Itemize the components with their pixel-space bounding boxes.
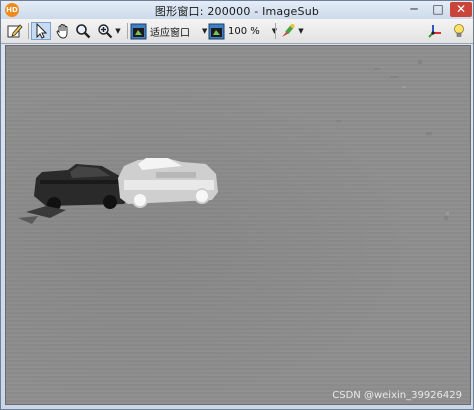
edit-icon: [7, 23, 23, 39]
pointer-tool-button[interactable]: [31, 22, 51, 40]
dark-car-shape: [18, 164, 130, 224]
zoom-icon: [208, 23, 225, 40]
watermark: CSDN @weixin_39926429: [332, 390, 462, 401]
pointer-icon: [34, 23, 48, 39]
graphics-window: HD 图形窗口: 200000 - ImageSub ─ □ ✕ ▼ 适应窗口 …: [0, 0, 474, 410]
close-button[interactable]: ✕: [450, 2, 472, 17]
zoom-value: 100 %: [228, 25, 260, 37]
paint-button[interactable]: ▼: [278, 22, 306, 40]
toolbar: ▼ 适应窗口 ▼ 100 % ▼: [1, 19, 473, 44]
lightbulb-icon: [451, 23, 467, 39]
maximize-button[interactable]: □: [427, 2, 449, 17]
toolbar-separator: [275, 23, 276, 39]
axes-button[interactable]: [425, 22, 445, 40]
zoom-in-button[interactable]: ▼: [94, 22, 124, 40]
zoom-in-icon: [97, 23, 113, 39]
lightbulb-button[interactable]: [449, 22, 469, 40]
zoom-select[interactable]: 100 % ▼: [208, 22, 277, 40]
title-bar[interactable]: HD 图形窗口: 200000 - ImageSub ─ □ ✕: [1, 1, 473, 19]
magnifier-tool-button[interactable]: [74, 22, 92, 40]
fit-window-icon: [130, 23, 147, 40]
minimize-button[interactable]: ─: [403, 2, 425, 17]
zoom-in-dropdown-caret: ▼: [115, 27, 121, 35]
toolbar-separator: [28, 23, 29, 39]
hand-tool-button[interactable]: [53, 22, 73, 40]
bright-car-shape: [118, 158, 218, 208]
difference-image: [18, 60, 449, 224]
toolbar-separator: [127, 23, 128, 39]
hand-icon: [55, 23, 71, 39]
magnifier-icon: [75, 23, 91, 39]
fit-window-label: 适应窗口: [150, 27, 190, 39]
image-canvas[interactable]: CSDN @weixin_39926429: [5, 45, 471, 405]
axes-icon: [427, 23, 443, 39]
fit-window-dropdown-caret: ▼: [202, 27, 208, 35]
edit-button[interactable]: [5, 22, 25, 40]
paint-icon: [280, 23, 296, 39]
paint-dropdown-caret: ▼: [298, 27, 304, 35]
fit-window-button[interactable]: 适应窗口 ▼: [130, 22, 208, 40]
